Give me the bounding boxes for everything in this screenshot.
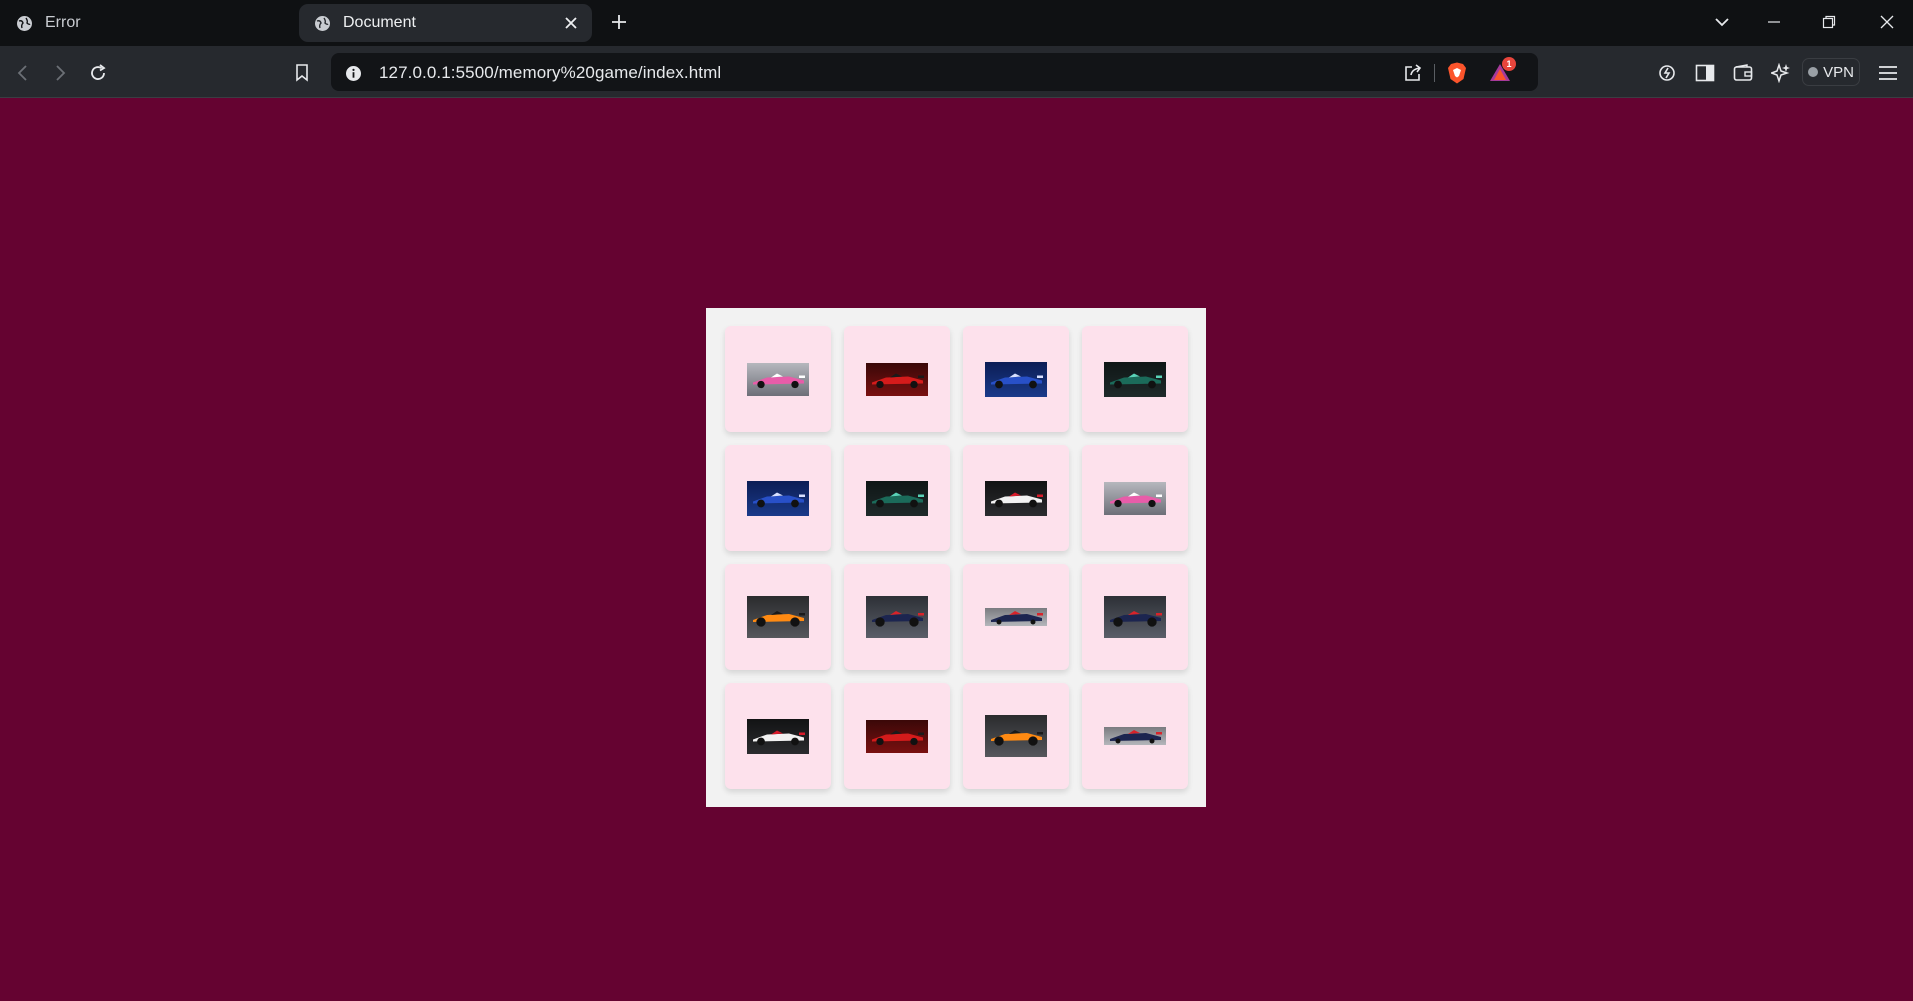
red-f1-car-image — [866, 362, 928, 396]
url-text: 127.0.0.1:5500/memory%20game/index.html — [379, 63, 722, 82]
brave-rewards-icon[interactable]: 1 — [1488, 57, 1516, 85]
memory-card[interactable] — [844, 445, 950, 551]
reload-icon[interactable] — [84, 59, 112, 87]
red-f1-car-image — [866, 719, 928, 753]
blue-f1-car-image — [747, 480, 809, 516]
share-icon[interactable] — [1401, 61, 1425, 85]
close-tab-icon[interactable] — [562, 14, 580, 32]
memory-card[interactable] — [963, 445, 1069, 551]
menu-icon[interactable] — [1874, 59, 1902, 87]
white-f1-car-image — [985, 480, 1047, 516]
bookmark-icon[interactable] — [288, 59, 316, 87]
address-bar[interactable]: 127.0.0.1:5500/memory%20game/index.html … — [331, 53, 1538, 91]
wallet-icon[interactable] — [1729, 59, 1757, 87]
memory-card[interactable] — [844, 326, 950, 432]
memory-card[interactable] — [844, 683, 950, 789]
pink-f1-car-image — [1104, 481, 1166, 515]
navy-f1-car-small-image — [985, 608, 1047, 626]
memory-card[interactable] — [963, 326, 1069, 432]
browser-toolbar: 127.0.0.1:5500/memory%20game/index.html … — [0, 46, 1913, 98]
leo-sync-icon[interactable] — [1653, 59, 1681, 87]
blue-f1-car-image — [985, 361, 1047, 397]
minimize-icon[interactable] — [1759, 8, 1789, 36]
vpn-button[interactable]: VPN — [1802, 58, 1860, 86]
orange-f1-car-image — [985, 715, 1047, 757]
tab-title: Document — [343, 14, 416, 31]
restore-icon[interactable] — [1814, 8, 1844, 36]
tab-error[interactable]: Error — [4, 4, 294, 42]
new-tab-button[interactable] — [607, 10, 631, 34]
toolbar-divider — [0, 97, 1913, 98]
memory-card[interactable] — [725, 326, 831, 432]
tab-title: Error — [45, 14, 81, 31]
memory-game-board — [706, 308, 1206, 807]
orange-f1-car-image — [747, 596, 809, 638]
navy-f1-car-image — [1104, 596, 1166, 638]
memory-card[interactable] — [844, 564, 950, 670]
memory-card[interactable] — [725, 683, 831, 789]
globe-icon — [16, 15, 33, 32]
vpn-status-icon — [1808, 67, 1819, 77]
sidebar-toggle-icon[interactable] — [1691, 59, 1719, 87]
memory-card[interactable] — [1082, 683, 1188, 789]
memory-card[interactable] — [1082, 326, 1188, 432]
white-f1-car-image — [747, 718, 809, 754]
pink-f1-car-image — [747, 362, 809, 396]
notification-badge: 1 — [1502, 57, 1516, 71]
close-window-icon[interactable] — [1872, 8, 1902, 36]
back-icon[interactable] — [9, 59, 37, 87]
navy-f1-car-small-image — [1104, 727, 1166, 745]
green-f1-car-image — [866, 480, 928, 516]
memory-card[interactable] — [963, 683, 1069, 789]
memory-card[interactable] — [725, 445, 831, 551]
brave-shields-icon[interactable] — [1445, 61, 1469, 85]
globe-icon — [314, 15, 331, 32]
memory-card[interactable] — [1082, 564, 1188, 670]
navy-f1-car-image — [866, 596, 928, 638]
forward-icon[interactable] — [46, 59, 74, 87]
leo-ai-icon[interactable] — [1767, 59, 1795, 87]
tab-search-chevron-icon[interactable] — [1707, 8, 1737, 36]
browser-titlebar: Error Document — [0, 0, 1913, 46]
memory-card[interactable] — [963, 564, 1069, 670]
vpn-label: VPN — [1823, 63, 1854, 81]
site-info-icon[interactable] — [341, 61, 365, 85]
memory-card[interactable] — [725, 564, 831, 670]
memory-card[interactable] — [1082, 445, 1188, 551]
green-f1-car-image — [1104, 361, 1166, 397]
omnibox-separator — [1434, 64, 1435, 82]
tab-document[interactable]: Document — [299, 4, 592, 42]
